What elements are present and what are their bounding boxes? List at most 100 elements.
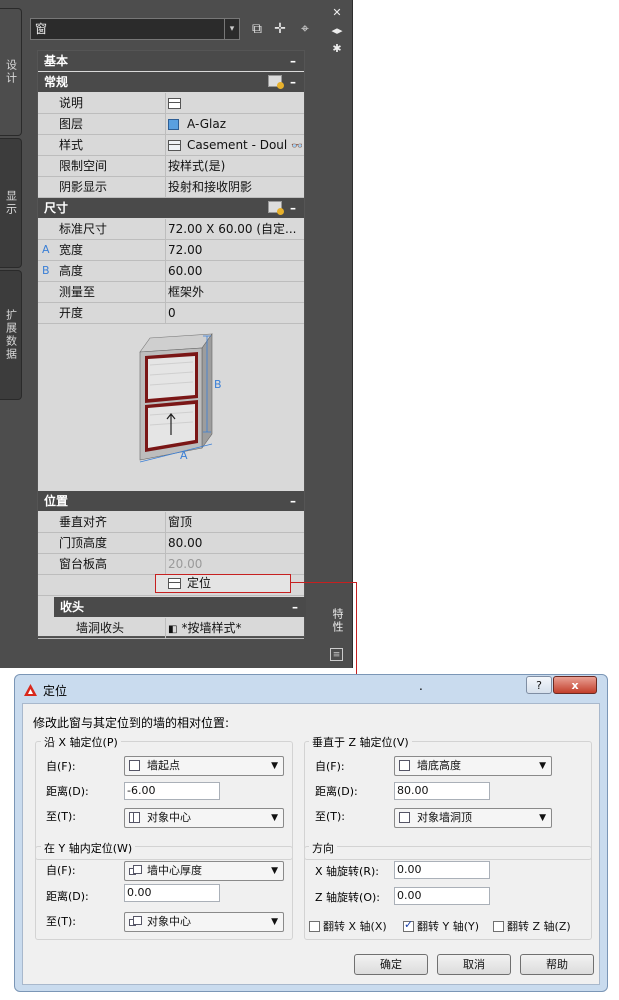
prop-label: 说明	[59, 93, 166, 113]
prop-value[interactable]: 按样式(是)	[166, 156, 302, 176]
prop-row-vertical-alignment[interactable]: 垂直对齐 窗顶	[38, 512, 304, 533]
prop-row-opening[interactable]: 开度 0	[38, 303, 304, 324]
location-button-label: 定位	[187, 576, 212, 590]
section-location[interactable]: 位置 –	[38, 491, 304, 511]
prop-label: 标准尺寸	[59, 219, 166, 239]
prop-label: 窗台板高	[59, 554, 166, 574]
x-rotation-label: X 轴旋转(R):	[315, 865, 379, 878]
prop-row-measure-to[interactable]: 测量至 框架外	[38, 282, 304, 303]
prop-value[interactable]: 框架外	[166, 282, 302, 302]
help-icon[interactable]: ?	[526, 676, 552, 694]
x-from-select[interactable]: 墙起点 ▼	[124, 756, 284, 776]
prop-row-height[interactable]: B 高度 60.00	[38, 261, 304, 282]
x-to-select[interactable]: 对象中心 ▼	[124, 808, 284, 828]
prop-row-style[interactable]: 样式 Casement - Doul 👓	[38, 135, 304, 156]
prop-value[interactable]	[166, 93, 302, 113]
callout-leader	[291, 582, 357, 583]
x-rotation-input[interactable]: 0.00	[394, 861, 490, 879]
close-icon[interactable]: ✕	[330, 6, 344, 19]
quick-select-icon[interactable]: ⧉	[247, 19, 267, 39]
prop-value[interactable]: A-Glaz	[166, 114, 302, 134]
tab-design[interactable]: 设计	[0, 8, 22, 136]
prop-row-layer[interactable]: 图层 A-Glaz	[38, 114, 304, 135]
prop-value[interactable]: 72.00 X 60.00 (自定...	[166, 219, 302, 239]
prop-value[interactable]: 投射和接收阴影	[166, 177, 302, 197]
x-to-value: 对象中心	[147, 811, 191, 824]
prop-row-standard-size[interactable]: 标准尺寸 72.00 X 60.00 (自定...	[38, 219, 304, 240]
prop-value-text: *按墙样式*	[181, 621, 242, 635]
z-rotation-input[interactable]: 0.00	[394, 887, 490, 905]
collapse-icon[interactable]: –	[290, 72, 296, 92]
z-distance-input[interactable]: 80.00	[394, 782, 490, 800]
prop-row-width[interactable]: A 宽度 72.00	[38, 240, 304, 261]
wall-bottom-icon	[399, 760, 410, 771]
object-center-icon	[129, 812, 140, 823]
section-sill-label: 收头	[60, 600, 85, 614]
style-settings-icon[interactable]	[268, 75, 284, 89]
autohide-icon[interactable]: ◂▸	[330, 24, 344, 37]
tab-display[interactable]: 显示	[0, 138, 22, 268]
toggle-pickadd-icon[interactable]: ⌖	[295, 19, 315, 39]
x-distance-input[interactable]: -6.00	[124, 782, 220, 800]
checkbox-box[interactable]	[309, 920, 320, 932]
x-from-label: 自(F):	[46, 760, 76, 773]
flip-x-checkbox[interactable]: 翻转 X 轴(X)	[309, 918, 387, 934]
y-from-select[interactable]: 墙中心厚度 ▼	[124, 861, 284, 881]
chevron-down-icon: ▼	[539, 761, 546, 771]
prop-row-sill-height[interactable]: 窗台板高 20.00	[38, 554, 304, 575]
pick-point-icon[interactable]: ✛	[270, 19, 290, 39]
section-basic[interactable]: 基本 –	[38, 51, 304, 71]
collapse-icon[interactable]: –	[292, 597, 298, 617]
chevron-down-icon: ▾	[224, 19, 239, 39]
prop-row-head-height[interactable]: 门顶高度 80.00	[38, 533, 304, 554]
dimension-key: B	[42, 264, 50, 277]
z-to-select[interactable]: 对象墙洞顶 ▼	[394, 808, 552, 828]
callout-leader-vertical	[356, 582, 357, 674]
location-button[interactable]: 定位	[155, 574, 291, 593]
close-button[interactable]: x	[553, 676, 597, 694]
y-distance-input[interactable]: 0.00	[124, 884, 220, 902]
section-sill[interactable]: 收头 –	[54, 597, 306, 617]
z-from-value: 墙底高度	[417, 759, 461, 772]
collapse-icon[interactable]: –	[290, 491, 296, 511]
prop-value[interactable]: 60.00	[166, 261, 302, 281]
binoculars-icon[interactable]: 👓	[291, 141, 302, 152]
prop-row-shadow[interactable]: 阴影显示 投射和接收阴影	[38, 177, 304, 198]
preview-label-b: B	[214, 378, 222, 391]
prop-label: 样式	[59, 135, 166, 155]
prop-row-bound-spaces[interactable]: 限制空间 按样式(是)	[38, 156, 304, 177]
prop-value[interactable]: 0	[166, 303, 302, 323]
prop-value[interactable]: 72.00	[166, 240, 302, 260]
ok-button[interactable]: 确定	[354, 954, 428, 975]
worksheet-icon[interactable]	[168, 98, 181, 109]
section-dimensions[interactable]: 尺寸 –	[38, 198, 304, 218]
cancel-button[interactable]: 取消	[437, 954, 511, 975]
prop-label: 宽度	[59, 240, 166, 260]
prop-value[interactable]: 80.00	[166, 533, 302, 553]
chevron-down-icon: ▼	[539, 813, 546, 823]
prop-value[interactable]: 窗顶	[166, 512, 302, 532]
palette-menu-icon[interactable]: ≡	[330, 648, 343, 661]
window-style-icon	[168, 140, 181, 151]
help-button[interactable]: 帮助	[520, 954, 594, 975]
flip-z-checkbox[interactable]: 翻转 Z 轴(Z)	[493, 918, 571, 934]
style-settings-icon[interactable]	[268, 201, 284, 215]
collapse-icon[interactable]: –	[290, 198, 296, 218]
settings-icon[interactable]: ✱	[330, 42, 344, 55]
prop-row-opening-finish[interactable]: 墙洞收头 ◧ *按墙样式*	[38, 618, 304, 639]
object-type-select[interactable]: 窗 ▾	[30, 18, 240, 40]
checkbox-box[interactable]	[493, 920, 504, 932]
prop-value[interactable]: Casement - Doul 👓	[166, 135, 302, 155]
section-general[interactable]: 常规 –	[38, 72, 304, 92]
tab-extended-data[interactable]: 扩展数据	[0, 270, 22, 400]
x-to-label: 至(T):	[46, 810, 77, 823]
collapse-icon[interactable]: –	[290, 51, 296, 71]
checkbox-box[interactable]	[403, 918, 414, 932]
y-to-select[interactable]: 对象中心 ▼	[124, 912, 284, 932]
z-from-select[interactable]: 墙底高度 ▼	[394, 756, 552, 776]
prop-row-description[interactable]: 说明	[38, 93, 304, 114]
prop-label: 垂直对齐	[59, 512, 166, 532]
flip-y-checkbox[interactable]: 翻转 Y 轴(Y)	[403, 918, 479, 934]
prop-value[interactable]: ◧ *按墙样式*	[166, 618, 302, 638]
wall-start-icon	[129, 760, 140, 771]
